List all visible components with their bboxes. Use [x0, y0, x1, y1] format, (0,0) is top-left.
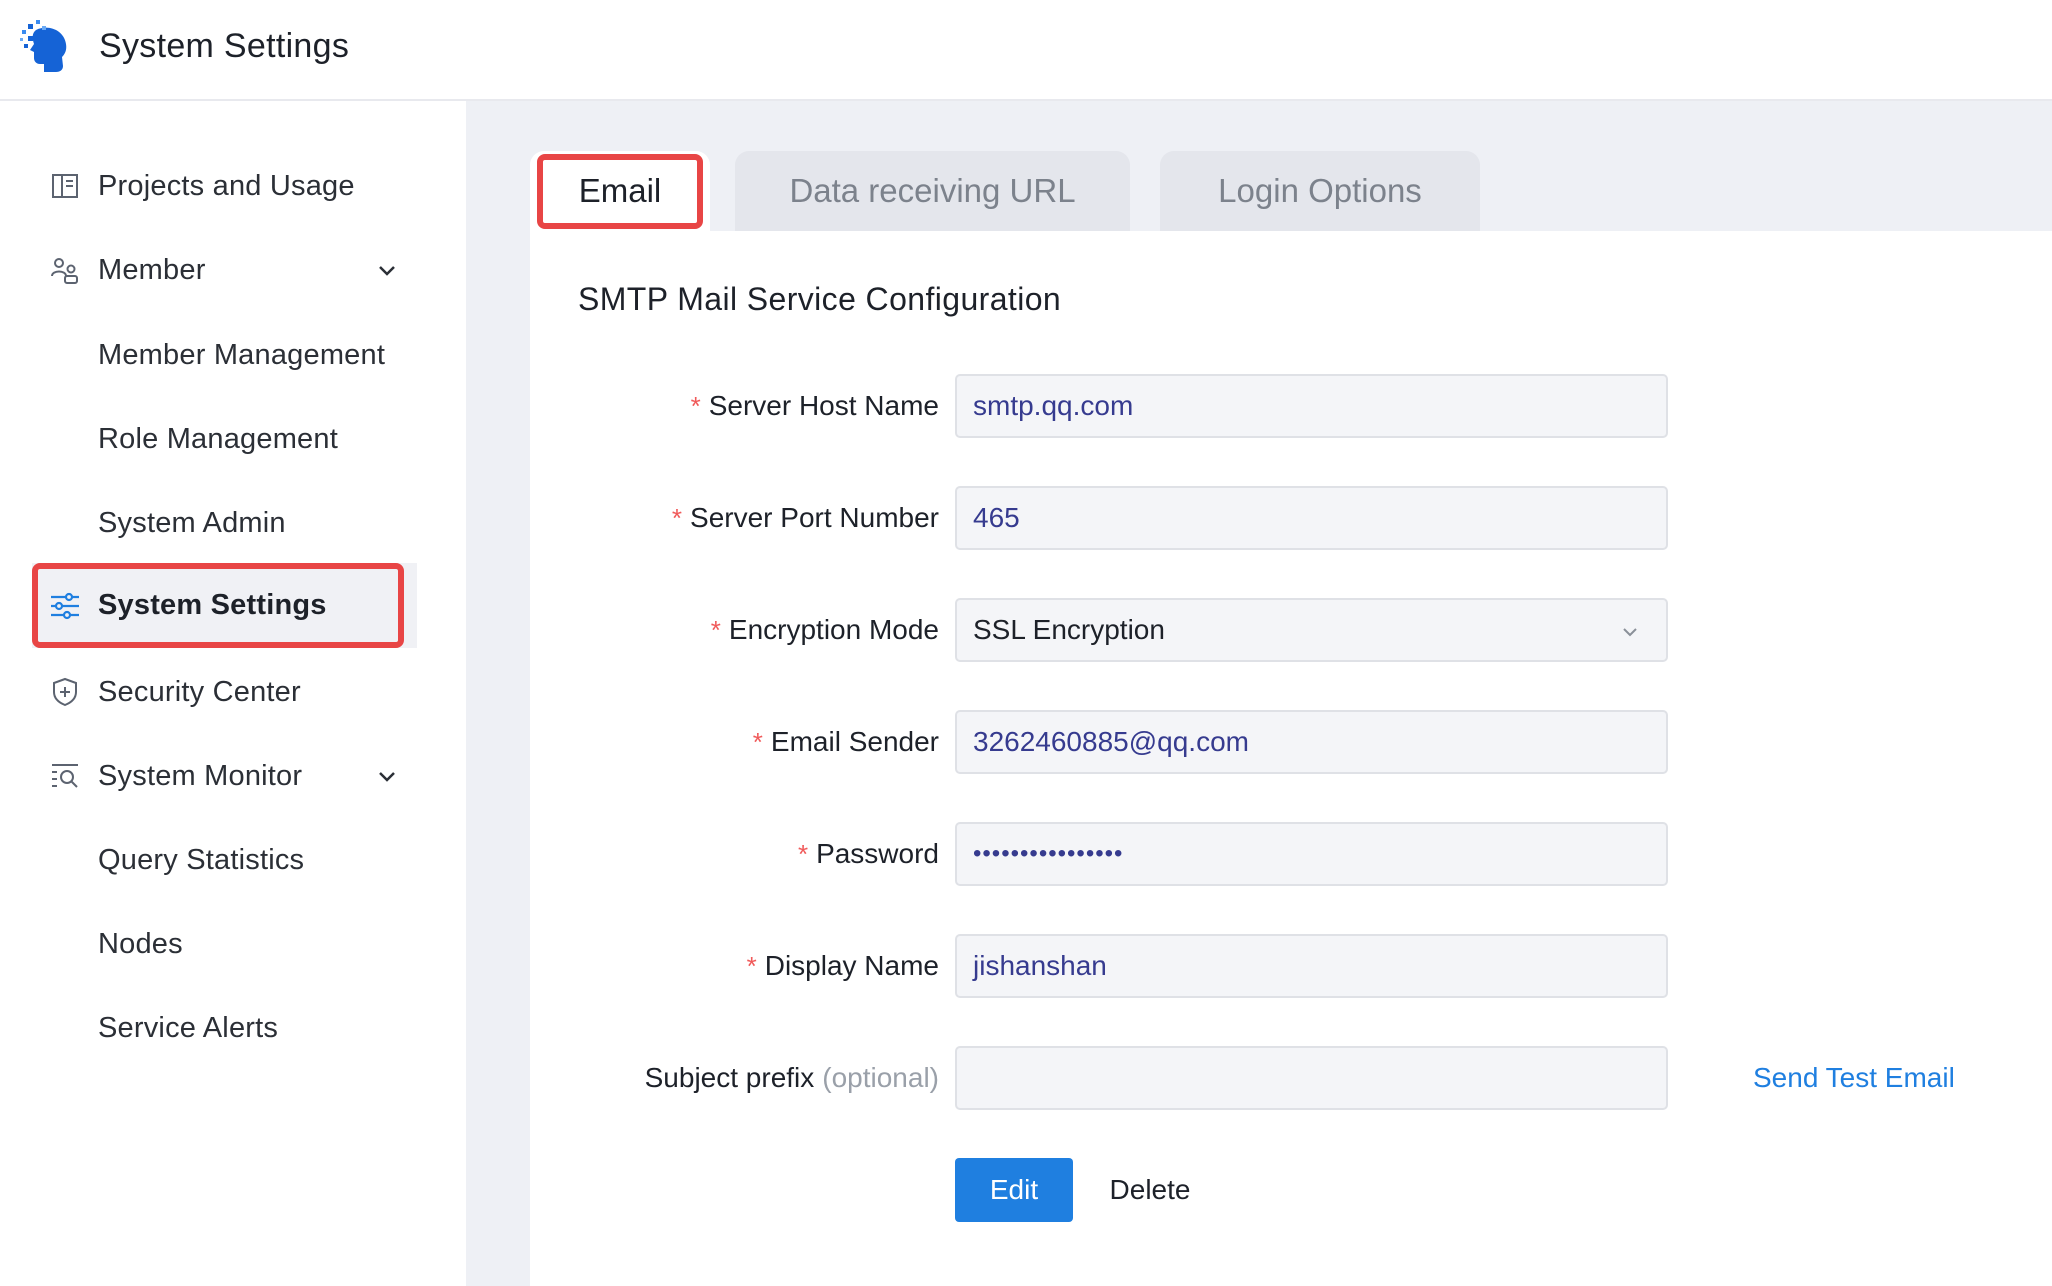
server-host-input[interactable]: smtp.qq.com — [955, 374, 1668, 438]
form-row-display-name: * Display Name jishanshan — [530, 934, 2052, 998]
sidebar-item-member[interactable]: Member — [0, 231, 466, 309]
send-test-email-link[interactable]: Send Test Email — [1753, 1046, 1955, 1110]
app-title: System Settings — [99, 27, 350, 65]
required-mark: * — [746, 950, 757, 981]
server-port-input[interactable]: 465 — [955, 486, 1668, 550]
field-label-text: Display Name — [764, 950, 939, 981]
sidebar-item-service-alerts[interactable]: Service Alerts — [0, 989, 466, 1067]
field-label: Subject prefix (optional) — [645, 1046, 939, 1110]
sidebar-item-label: Projects and Usage — [98, 169, 355, 202]
sidebar-item-label: Member — [98, 253, 206, 286]
sidebar-item-projects-and-usage[interactable]: Projects and Usage — [0, 147, 466, 225]
form-row-port: * Server Port Number 465 — [530, 486, 2052, 550]
delete-button[interactable]: Delete — [1100, 1158, 1200, 1222]
optional-hint: (optional) — [822, 1062, 939, 1093]
form-row-password: * Password •••••••••••••••• — [530, 822, 2052, 886]
sidebar-item-nodes[interactable]: Nodes — [0, 905, 466, 983]
field-label: * Email Sender — [753, 710, 939, 774]
monitor-search-icon — [48, 759, 82, 793]
chevron-down-icon[interactable] — [375, 764, 399, 788]
shield-icon — [48, 675, 82, 709]
sidebar-item-label: Security Center — [98, 675, 301, 708]
field-label: * Server Host Name — [691, 374, 939, 438]
chevron-down-icon[interactable] — [375, 258, 399, 282]
members-icon — [48, 253, 82, 287]
sidebar-item-security-center[interactable]: Security Center — [0, 653, 466, 731]
sidebar-item-member-management[interactable]: Member Management — [0, 316, 466, 394]
sidebar-item-label: Query Statistics — [98, 843, 305, 876]
email-config-panel: SMTP Mail Service Configuration * Server… — [530, 231, 2052, 1286]
tab-email[interactable]: Email — [530, 151, 710, 231]
dashboard-icon — [48, 169, 82, 203]
sidebar-item-system-settings[interactable]: System Settings — [32, 563, 417, 648]
field-label-text: Email Sender — [770, 726, 939, 757]
main-content: Email Data receiving URL Login Options S… — [466, 101, 2052, 1286]
sidebar-item-label: Nodes — [98, 927, 183, 960]
sidebar-item-system-admin[interactable]: System Admin — [0, 484, 466, 562]
sidebar-item-label: Role Management — [98, 422, 338, 455]
field-label: * Display Name — [747, 934, 939, 998]
sidebar-item-label: Member Management — [98, 338, 386, 371]
field-label: * Server Port Number — [672, 486, 939, 550]
sidebar-item-role-management[interactable]: Role Management — [0, 400, 466, 478]
brain-head-logo — [20, 20, 67, 72]
encryption-mode-select[interactable]: SSL Encryption — [955, 598, 1668, 662]
field-label-text: Server Port Number — [690, 502, 939, 533]
selected-value: SSL Encryption — [973, 614, 1165, 645]
field-label-text: Encryption Mode — [728, 614, 939, 645]
sidebar-item-query-statistics[interactable]: Query Statistics — [0, 821, 466, 899]
sidebar-item-label: System Settings — [98, 589, 327, 621]
required-mark: * — [752, 726, 763, 757]
sidebar-item-label: Service Alerts — [98, 1011, 279, 1044]
field-label-text: Password — [816, 838, 939, 869]
sliders-icon — [48, 589, 82, 623]
required-mark: * — [671, 502, 683, 533]
required-mark: * — [710, 614, 721, 645]
form-row-sender: * Email Sender 3262460885@qq.com — [530, 710, 2052, 774]
form-row-host: * Server Host Name smtp.qq.com — [530, 374, 2052, 438]
sidebar: Projects and Usage Member Member Managem… — [0, 101, 466, 1286]
app-header: System Settings — [0, 0, 2052, 101]
form-row-subject-prefix: Subject prefix (optional) Send Test Emai… — [530, 1046, 2052, 1110]
required-mark: * — [690, 390, 701, 421]
required-mark: * — [797, 838, 809, 869]
chevron-down-icon — [1623, 628, 1637, 637]
tab-data-receiving-url[interactable]: Data receiving URL — [735, 151, 1130, 231]
form-actions: Edit Delete — [530, 1158, 2052, 1222]
sidebar-item-system-monitor[interactable]: System Monitor — [0, 737, 466, 815]
tab-bar: Email Data receiving URL Login Options — [530, 151, 2052, 231]
field-label-text: Server Host Name — [708, 390, 939, 421]
edit-button[interactable]: Edit — [955, 1158, 1073, 1222]
subject-prefix-input[interactable] — [955, 1046, 1668, 1110]
sidebar-item-label: System Admin — [98, 506, 286, 539]
sidebar-item-label: System Monitor — [98, 759, 303, 792]
section-title: SMTP Mail Service Configuration — [578, 281, 1062, 317]
field-label: * Encryption Mode — [711, 598, 939, 662]
form-row-encryption: * Encryption Mode SSL Encryption — [530, 598, 2052, 662]
email-sender-input[interactable]: 3262460885@qq.com — [955, 710, 1668, 774]
tab-login-options[interactable]: Login Options — [1160, 151, 1480, 231]
field-label-text: Subject prefix — [644, 1062, 815, 1093]
field-label: * Password — [798, 822, 939, 886]
display-name-input[interactable]: jishanshan — [955, 934, 1668, 998]
password-input[interactable]: •••••••••••••••• — [955, 822, 1668, 886]
